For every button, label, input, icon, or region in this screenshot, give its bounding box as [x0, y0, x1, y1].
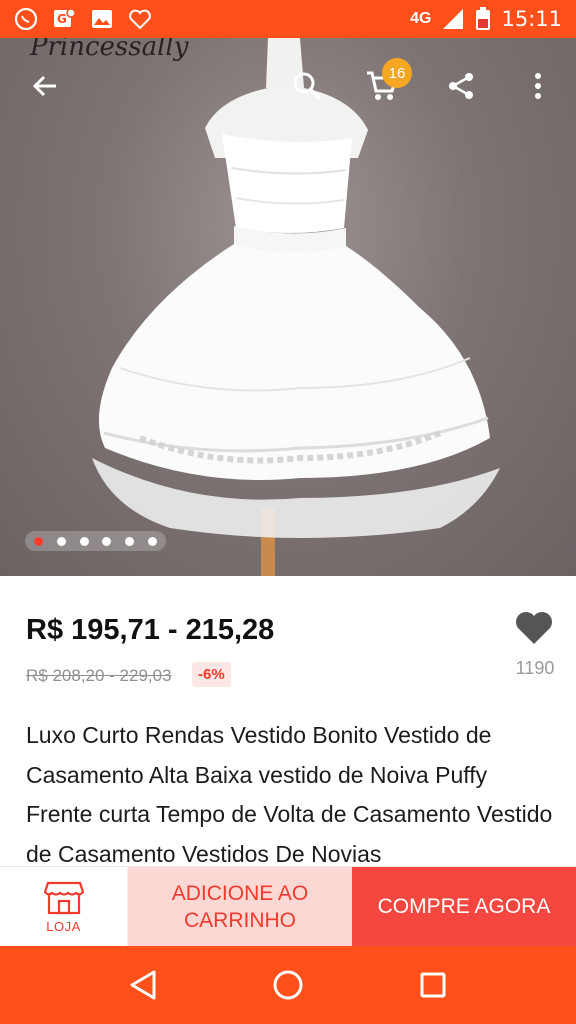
product-title: Luxo Curto Rendas Vestido Bonito Vestido… — [26, 722, 553, 867]
product-photo — [92, 38, 500, 576]
gallery-icon — [92, 10, 112, 28]
wishlist-button[interactable] — [514, 610, 554, 646]
cart-button[interactable]: 16 — [360, 58, 412, 108]
system-status: 4G 15:11 — [410, 7, 562, 31]
share-button[interactable] — [439, 64, 483, 108]
battery-icon — [476, 7, 491, 30]
nav-back-button[interactable] — [113, 955, 173, 1015]
status-bar: G 4G 15:11 — [0, 0, 576, 38]
more-options-button[interactable] — [516, 64, 560, 108]
cart-count-badge: 16 — [382, 58, 412, 88]
store-icon — [43, 881, 84, 914]
add-to-cart-button[interactable]: ADICIONE AO CARRINHO — [128, 867, 352, 947]
page-dot[interactable] — [79, 536, 89, 546]
svg-text:G: G — [57, 12, 67, 26]
price: R$ 195,71 - 215,28 — [26, 614, 275, 646]
whatsapp-icon — [14, 7, 38, 31]
more-vert-icon — [535, 73, 541, 99]
nav-recents-button[interactable] — [403, 955, 463, 1015]
home-circle-icon — [273, 970, 303, 1000]
back-triangle-icon — [130, 970, 156, 1000]
back-arrow-icon — [32, 75, 56, 97]
signal-icon — [443, 9, 464, 29]
store-button[interactable]: LOJA — [0, 867, 128, 947]
discount-badge: -6% — [192, 662, 231, 687]
notification-icons: G — [14, 7, 152, 31]
page-dot[interactable] — [56, 536, 66, 546]
nav-home-button[interactable] — [258, 955, 318, 1015]
network-type: 4G — [410, 10, 432, 27]
clock: 15:11 — [501, 7, 562, 31]
share-icon — [449, 73, 473, 99]
page-dot[interactable] — [125, 536, 135, 546]
maps-notification-icon: G — [54, 8, 76, 27]
original-price: R$ 208,20 - 229,03 — [26, 666, 172, 685]
heart-outline-icon — [129, 9, 151, 30]
search-icon — [293, 72, 322, 101]
price-section: R$ 195,71 - 215,28 R$ 208,20 - 229,03 -6… — [0, 576, 576, 706]
back-button[interactable] — [23, 64, 67, 108]
page-dot[interactable] — [34, 536, 43, 546]
page-dot[interactable] — [147, 536, 157, 546]
recents-square-icon — [420, 972, 446, 998]
heart-icon — [516, 612, 552, 644]
action-bar: LOJA ADICIONE AO CARRINHO COMPRE AGORA — [0, 866, 576, 947]
buy-now-button[interactable]: COMPRE AGORA — [352, 867, 576, 947]
page-dot[interactable] — [102, 536, 112, 546]
system-nav-bar — [0, 946, 576, 1024]
image-pagination — [25, 531, 166, 551]
store-label: LOJA — [46, 918, 81, 934]
search-button[interactable] — [285, 64, 329, 108]
shop-watermark: Princessally — [30, 38, 189, 62]
wishlist-count: 1190 — [515, 658, 555, 678]
product-image-gallery[interactable]: Princessally 16 — [0, 38, 576, 576]
